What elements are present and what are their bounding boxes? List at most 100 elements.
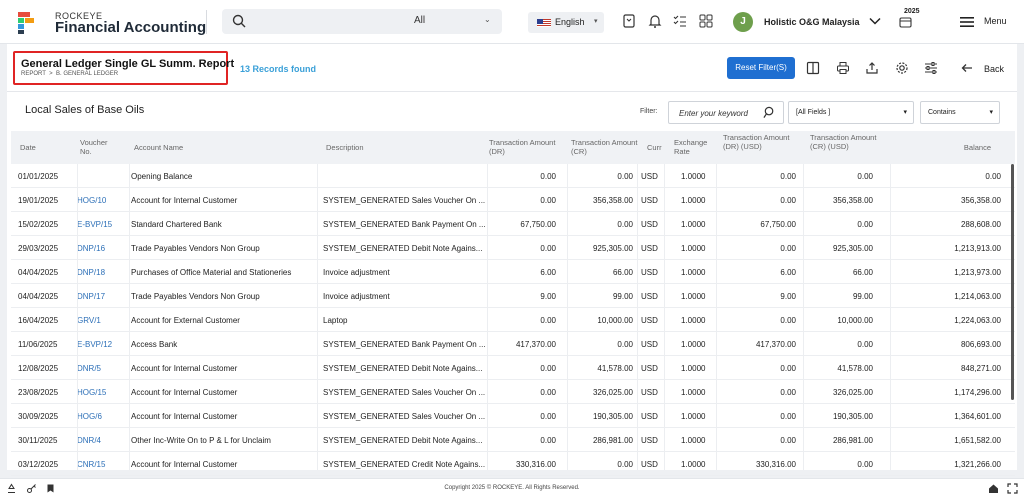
table-row[interactable]: 30/11/2025 DNR/4 Other Inc-Write On to P &… [11,428,1015,452]
cell-description: SYSTEM_GENERATED Sales Voucher On ... [323,196,486,205]
global-search[interactable]: All ⌄ [222,9,502,34]
cell-account-name: Account for Internal Customer [131,364,238,373]
table-row[interactable]: 12/08/2025 DNR/5 Account for Internal Cust… [11,356,1015,380]
column-header-voucher-no[interactable]: Voucher No. [80,138,112,156]
search-icon[interactable] [232,14,246,28]
column-header-balance[interactable]: Balance [947,143,991,152]
cell-account-name: Other Inc-Write On to P & L for Unclaim [131,436,271,445]
table-row[interactable]: 01/01/2025 Opening Balance 0.00 0.00 USD 1.00… [11,164,1015,188]
cell-voucher-no[interactable]: DNP/18 [77,268,129,277]
column-header-currency[interactable]: Curr [647,143,662,152]
calendar-icon[interactable] [899,15,912,28]
cell-voucher-no[interactable]: DNP/17 [77,292,129,301]
cell-voucher-no[interactable]: HOG/6 [77,412,129,421]
avatar[interactable]: J [733,12,753,32]
table-row[interactable]: 16/04/2025 GRV/1 Account for External Cust… [11,308,1015,332]
keyword-search-input[interactable]: Enter your keyword [668,101,784,124]
cell-amount-dr-usd: 0.00 [780,196,796,205]
cell-exchange-rate: 1.0000 [681,220,706,229]
field-select-value: [All Fields ] [796,109,831,116]
search-icon[interactable] [763,106,776,119]
cell-amount-dr-usd: 0.00 [780,364,796,373]
cell-voucher-no[interactable]: E-BVP/15 [77,220,129,229]
column-header-amount-cr-usd[interactable]: Transaction Amount (CR) (USD) [810,133,892,151]
apps-grid-icon[interactable] [698,13,714,29]
table-row[interactable]: 04/04/2025 DNP/17 Trade Payables Vendors N… [11,284,1015,308]
cell-balance: 356,358.00 [960,196,1001,205]
cell-amount-dr: 330,316.00 [515,460,556,469]
chevron-down-icon[interactable]: ⌄ [484,15,491,24]
table-row[interactable]: 29/03/2025 DNP/16 Trade Payables Vendors N… [11,236,1015,260]
cell-balance: 1,213,913.00 [954,244,1001,253]
cell-amount-dr: 0.00 [540,364,556,373]
cell-date: 03/12/2025 [18,460,59,469]
cell-voucher-no[interactable]: HOG/15 [77,388,129,397]
settings-gear-icon[interactable] [895,61,909,75]
cell-amount-dr-usd: 0.00 [780,172,796,181]
cell-description: SYSTEM_GENERATED Sales Voucher On ... [323,388,486,397]
cell-date: 12/08/2025 [18,364,59,373]
breadcrumb-item-report[interactable]: REPORT [21,71,46,77]
cell-amount-dr: 0.00 [540,172,556,181]
column-header-amount-dr-usd[interactable]: Transaction Amount (DR) (USD) [723,133,805,151]
table-row[interactable]: 23/08/2025 HOG/15 Account for Internal Cus… [11,380,1015,404]
field-select[interactable]: [All Fields ] ▾ [788,101,914,124]
column-header-amount-dr[interactable]: Transaction Amount (DR) [489,138,561,156]
cell-amount-cr-usd: 326,025.00 [832,388,873,397]
bookmark-icon[interactable] [621,13,637,29]
cell-account-name: Account for Internal Customer [131,388,238,397]
chevron-down-icon: ▾ [903,109,907,116]
reset-filter-button[interactable]: Reset Filter(S) [727,57,795,79]
export-icon[interactable] [865,61,879,75]
search-scope-select[interactable]: All [414,15,425,26]
breadcrumb-item-general-ledger[interactable]: B. GENERAL LEDGER [56,71,118,77]
cell-voucher-no[interactable]: DNP/16 [77,244,129,253]
print-icon[interactable] [836,61,850,75]
table-row[interactable]: 19/01/2025 HOG/10 Account for Internal Cus… [11,188,1015,212]
cell-voucher-no[interactable]: CNR/15 [77,460,129,469]
vertical-scrollbar[interactable] [1011,164,1014,400]
column-header-exchange-rate[interactable]: Exchange Rate [674,138,724,156]
table-row[interactable]: 11/06/2025 E-BVP/12 Access Bank SYSTEM_GENE… [11,332,1015,356]
cell-amount-cr: 0.00 [617,460,633,469]
table-row[interactable]: 04/04/2025 DNP/18 Purchases of Office Mate… [11,260,1015,284]
cell-amount-dr-usd: 0.00 [780,388,796,397]
bell-icon[interactable] [647,13,663,29]
menu-button[interactable]: Menu [984,16,1007,26]
cell-voucher-no[interactable]: E-BVP/12 [77,340,129,349]
cell-voucher-no[interactable]: HOG/10 [77,196,129,205]
table-row[interactable]: 03/12/2025 CNR/15 Account for Internal Cus… [11,452,1015,476]
column-header-description[interactable]: Description [326,143,364,152]
back-button[interactable]: Back [984,64,1004,74]
checklist-icon[interactable] [672,13,688,29]
filter-sliders-icon[interactable] [924,61,938,75]
columns-icon[interactable] [806,61,820,75]
company-name[interactable]: Holistic O&G Malaysia [764,17,860,27]
cell-voucher-no[interactable]: DNR/4 [77,436,129,445]
home-icon[interactable] [988,483,999,494]
table-header: Date Voucher No. Account Name Descriptio… [11,131,1015,164]
cell-amount-cr: 99.00 [612,292,633,301]
keyword-placeholder: Enter your keyword [679,109,748,118]
back-arrow-icon[interactable] [960,61,974,75]
cell-amount-cr-usd: 41,578.00 [837,364,873,373]
language-select[interactable]: English ▾ [528,12,604,33]
column-header-date[interactable]: Date [20,143,36,152]
cell-balance: 0.00 [985,172,1001,181]
cell-balance: 1,364,601.00 [954,412,1001,421]
cell-voucher-no[interactable]: GRV/1 [77,316,129,325]
hamburger-menu-icon[interactable] [960,16,974,28]
column-header-account-name[interactable]: Account Name [134,143,183,152]
chevron-down-icon[interactable] [868,14,882,28]
cell-amount-dr: 6.00 [540,268,556,277]
column-header-amount-cr[interactable]: Transaction Amount (CR) [571,138,643,156]
cell-voucher-no[interactable]: DNR/5 [77,364,129,373]
cell-amount-cr-usd: 66.00 [852,268,873,277]
match-select[interactable]: Contains ▾ [920,101,1000,124]
table-row[interactable]: 30/09/2025 HOG/6 Account for Internal Cust… [11,404,1015,428]
cell-amount-dr: 0.00 [540,412,556,421]
fiscal-year[interactable]: 2025 [904,8,920,15]
fullscreen-icon[interactable] [1007,483,1018,494]
cell-amount-cr-usd: 356,358.00 [832,196,873,205]
table-row[interactable]: 15/02/2025 E-BVP/15 Standard Chartered Ban… [11,212,1015,236]
